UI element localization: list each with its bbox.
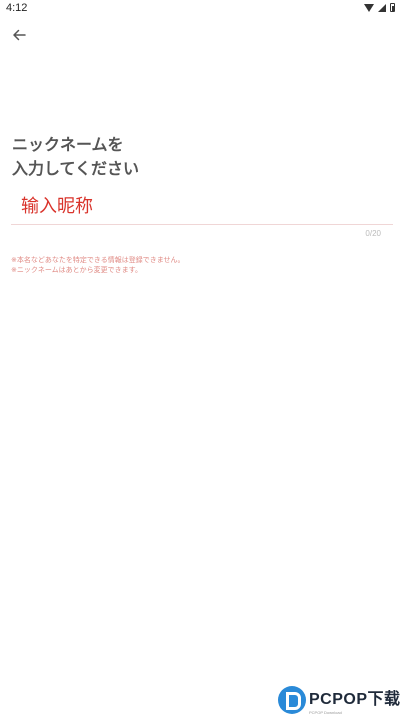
arrow-left-icon bbox=[13, 29, 26, 41]
battery-icon bbox=[390, 3, 395, 12]
watermark-logo: PCPOP下载 PCPOP Download bbox=[278, 682, 403, 718]
page-title-line-1: ニックネームを bbox=[12, 135, 124, 154]
nickname-input[interactable] bbox=[11, 189, 393, 225]
status-bar: 4:12 bbox=[0, 0, 403, 18]
watermark-title: PCPOP下载 bbox=[309, 691, 401, 708]
watermark-text: PCPOP下载 PCPOP Download bbox=[309, 685, 401, 715]
status-time: 4:12 bbox=[6, 2, 28, 14]
page-title-line-2: 入力してください bbox=[12, 159, 140, 178]
notes: ※本名などあなたを特定できる情報は登録できません。 ※ニックネームはあとから変更… bbox=[11, 255, 391, 275]
pcpop-logo-icon bbox=[278, 686, 306, 714]
back-button[interactable] bbox=[8, 24, 30, 46]
character-counter: 0/20 bbox=[365, 229, 381, 238]
status-icons bbox=[364, 3, 395, 12]
note-changeable: ※ニックネームはあとから変更できます。 bbox=[11, 266, 142, 274]
page-title: ニックネームを 入力してください bbox=[12, 133, 312, 181]
note-real-name: ※本名などあなたを特定できる情報は登録できません。 bbox=[11, 256, 185, 264]
wifi-icon bbox=[364, 3, 374, 12]
signal-icon bbox=[378, 3, 386, 12]
watermark-subtitle: PCPOP Download bbox=[309, 710, 342, 715]
